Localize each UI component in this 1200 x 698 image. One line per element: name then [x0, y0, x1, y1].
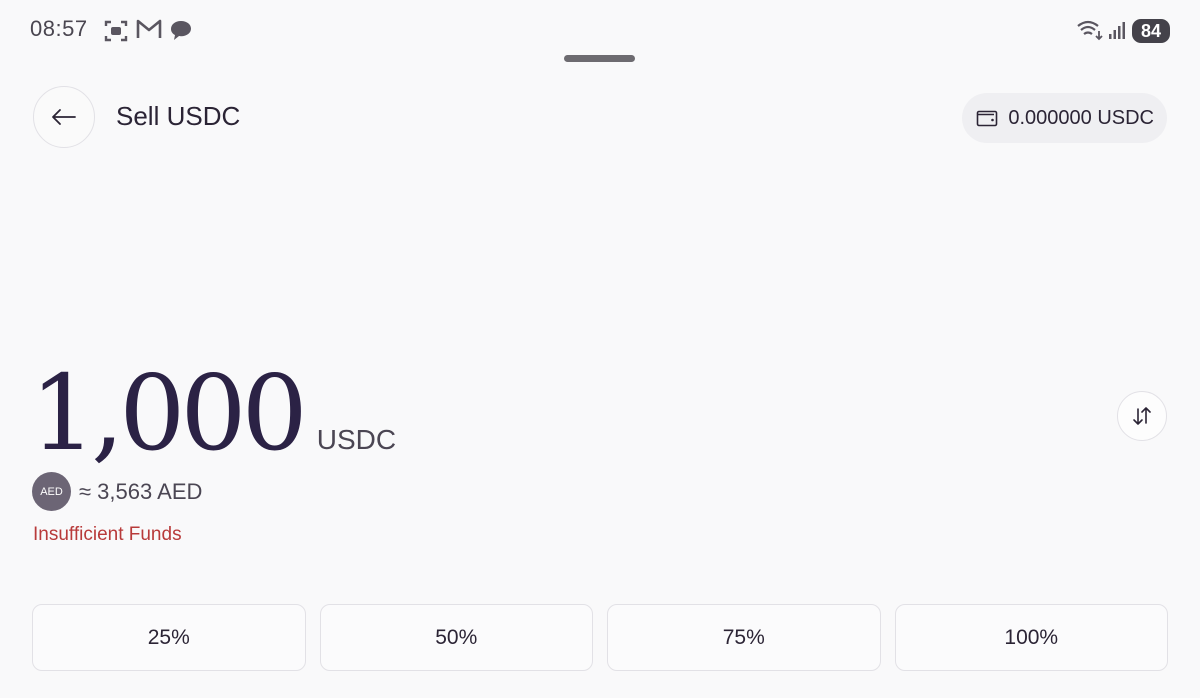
status-time: 08:57: [30, 16, 88, 41]
arrow-left-icon: [51, 108, 77, 126]
page-title: Sell USDC: [116, 101, 241, 131]
signal-icon: [1108, 20, 1126, 40]
fiat-equivalent: ≈ 3,563 AED: [79, 478, 203, 504]
percentage-buttons: 25% 50% 75% 100%: [32, 604, 1168, 671]
gmail-icon: [136, 18, 162, 40]
aed-currency-icon: AED: [32, 472, 71, 511]
sell-screen: 08:57 84 Sell USDC 0.000000 USDC 1,000 U…: [0, 0, 1200, 698]
amount-display[interactable]: 1,000 USDC: [30, 352, 396, 474]
amount-value: 1,000: [30, 352, 308, 474]
battery-indicator: 84: [1132, 19, 1170, 43]
swap-currency-button[interactable]: [1117, 391, 1167, 441]
amount-unit: USDC: [316, 424, 397, 455]
percent-75-button[interactable]: 75%: [607, 604, 881, 671]
percent-50-button[interactable]: 50%: [319, 604, 593, 671]
screenshot-icon: [103, 18, 129, 44]
percent-100-button[interactable]: 100%: [894, 604, 1168, 671]
chat-icon: [169, 18, 193, 42]
insufficient-funds-error: Insufficient Funds: [33, 524, 182, 545]
fiat-equivalent-row: AED ≈ 3,563 AED: [32, 472, 202, 511]
wallet-icon: [976, 108, 998, 128]
drag-handle[interactable]: [564, 55, 635, 62]
wallet-balance[interactable]: 0.000000 USDC: [962, 93, 1167, 143]
wallet-balance-text: 0.000000 USDC: [1008, 106, 1154, 129]
percent-25-button[interactable]: 25%: [32, 604, 306, 671]
wifi-icon: [1076, 19, 1104, 41]
swap-arrows-icon: [1130, 405, 1154, 427]
back-button[interactable]: [33, 86, 95, 148]
